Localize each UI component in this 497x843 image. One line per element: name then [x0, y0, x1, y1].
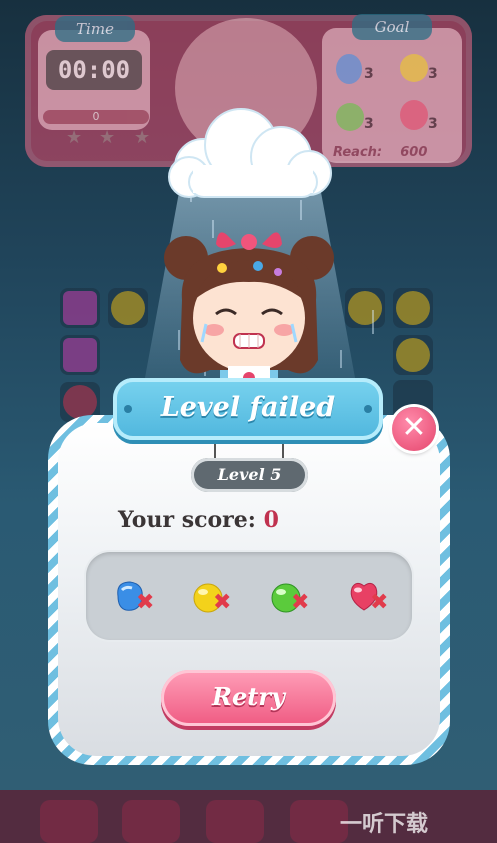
goal-count: 3 — [364, 116, 374, 132]
yellow-candy-icon — [111, 291, 145, 325]
failed-x-icon: ✖ — [291, 590, 310, 615]
time-label: Time — [55, 16, 135, 42]
reach-label: Reach: — [333, 145, 383, 160]
reach-value: 600 — [400, 145, 428, 160]
failed-x-icon: ✖ — [370, 590, 389, 615]
banner-string — [214, 438, 216, 458]
score-label: Your score: — [118, 507, 256, 533]
rain-cloud-icon — [168, 108, 332, 198]
crying-girl-character — [164, 232, 334, 400]
banner-string — [282, 438, 284, 458]
purple-candy-icon — [63, 291, 97, 325]
time-value: 00:00 — [46, 50, 142, 90]
failed-x-icon: ✖ — [136, 590, 155, 615]
close-button[interactable]: ✕ — [392, 407, 436, 451]
red-candy-icon — [63, 385, 97, 419]
raindrop — [340, 350, 342, 368]
blue-candy-icon — [336, 54, 362, 84]
failed-x-icon: ✖ — [213, 590, 232, 615]
goal-count: 3 — [364, 66, 374, 82]
goal-label: Goal — [352, 14, 432, 40]
score-line: Your score: 0 — [118, 507, 279, 533]
yellow-candy-icon — [396, 338, 430, 372]
goal-panel — [322, 28, 462, 163]
reach-target: Reach: 600 — [333, 145, 427, 160]
booster-slot — [40, 800, 98, 843]
progress-bar: 0 — [43, 110, 149, 124]
retry-button[interactable]: Retry — [161, 670, 336, 726]
booster-slot-locked — [206, 800, 264, 843]
purple-candy-icon — [63, 338, 97, 372]
score-value: 0 — [263, 507, 279, 533]
green-candy-icon — [336, 103, 364, 131]
star-icon: ★ — [99, 127, 116, 148]
close-icon: ✕ — [401, 410, 427, 445]
red-candy-icon — [400, 100, 428, 130]
watermark: 一听下载 — [340, 812, 429, 837]
yellow-candy-icon — [348, 291, 382, 325]
level-label: Level 5 — [191, 458, 308, 492]
goal-count: 3 — [428, 66, 438, 82]
booster-slot-locked — [122, 800, 180, 843]
raindrop — [372, 310, 374, 334]
dialog-title: Level failed — [160, 392, 336, 423]
yellow-candy-icon — [396, 291, 430, 325]
star-icon: ★ — [66, 127, 83, 148]
goal-count: 3 — [428, 116, 438, 132]
yellow-candy-icon — [400, 54, 428, 82]
star-icon: ★ — [134, 127, 151, 148]
